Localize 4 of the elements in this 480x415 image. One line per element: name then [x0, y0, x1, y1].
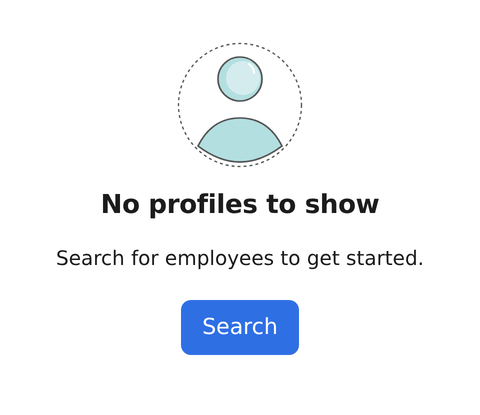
search-button[interactable]: Search	[181, 300, 299, 355]
person-icon	[177, 42, 303, 168]
empty-state-title: No profiles to show	[100, 190, 380, 220]
empty-state-message: Search for employees to get started.	[56, 246, 424, 270]
